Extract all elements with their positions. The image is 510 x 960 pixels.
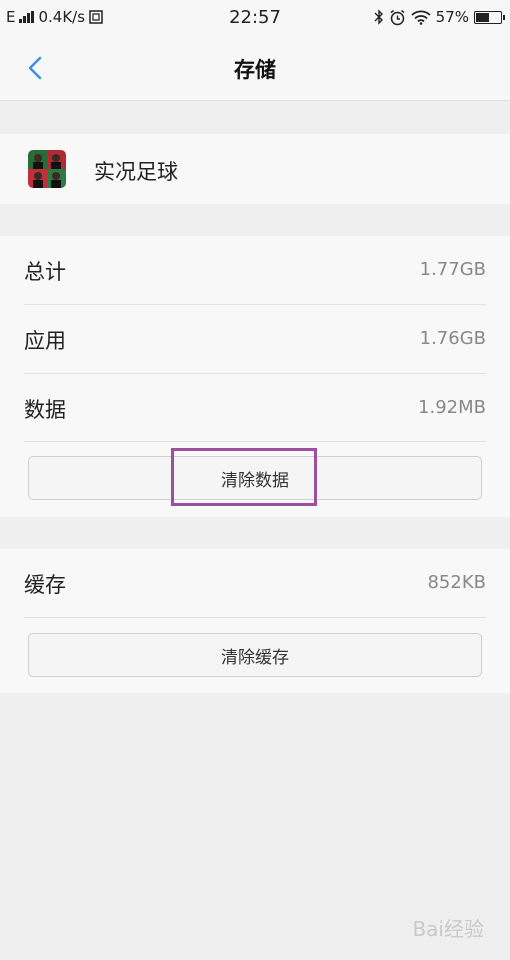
status-right: 57% bbox=[374, 8, 505, 26]
row-value: 1.77GB bbox=[419, 259, 486, 280]
bluetooth-icon bbox=[374, 9, 383, 25]
battery-icon bbox=[474, 10, 505, 24]
page-title: 存储 bbox=[234, 58, 276, 82]
storage-row-app: 应用 1.76GB bbox=[0, 305, 510, 373]
row-label: 缓存 bbox=[24, 573, 66, 597]
nav-bar: 存储 bbox=[0, 36, 510, 101]
divider bbox=[24, 441, 486, 442]
row-value: 852KB bbox=[427, 572, 486, 593]
app-icon bbox=[28, 150, 66, 188]
watermark: Bai经验 bbox=[412, 917, 484, 941]
storage-section: 总计 1.77GB 应用 1.76GB 数据 1.92MB 清除数据 bbox=[0, 236, 510, 517]
battery-percent: 57% bbox=[435, 8, 469, 26]
alarm-icon bbox=[390, 9, 405, 25]
storage-row-total: 总计 1.77GB bbox=[0, 236, 510, 304]
wifi-icon bbox=[411, 10, 431, 25]
row-label: 总计 bbox=[24, 260, 66, 284]
cache-section: 缓存 852KB 清除缓存 bbox=[0, 549, 510, 693]
row-value: 1.76GB bbox=[419, 328, 486, 349]
clear-data-button[interactable]: 清除数据 bbox=[28, 456, 482, 500]
app-info-row: 实况足球 bbox=[0, 134, 510, 204]
cache-row: 缓存 852KB bbox=[0, 549, 510, 617]
app-name: 实况足球 bbox=[94, 160, 178, 184]
status-bar: E 0.4K/s 22:57 57% bbox=[0, 0, 510, 36]
storage-row-data: 数据 1.92MB bbox=[0, 374, 510, 442]
divider bbox=[24, 617, 486, 618]
battery-fill bbox=[476, 12, 490, 22]
row-value: 1.92MB bbox=[418, 397, 486, 418]
clear-cache-button[interactable]: 清除缓存 bbox=[28, 633, 482, 677]
row-label: 数据 bbox=[24, 398, 66, 422]
row-label: 应用 bbox=[24, 329, 66, 353]
